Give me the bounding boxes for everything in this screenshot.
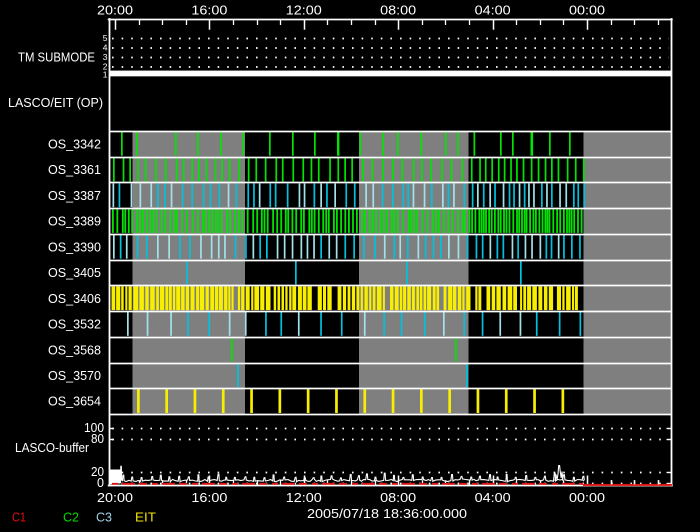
svg-text:OS_3568: OS_3568: [48, 342, 101, 357]
svg-text:1: 1: [103, 70, 108, 80]
svg-text:00:00: 00:00: [569, 490, 605, 505]
svg-text:80: 80: [91, 431, 104, 446]
svg-text:12:00: 12:00: [286, 490, 322, 505]
svg-text:OS_3387: OS_3387: [48, 188, 101, 203]
svg-text:16:00: 16:00: [191, 490, 227, 505]
svg-text:OS_3342: OS_3342: [48, 136, 101, 151]
svg-text:OS_3390: OS_3390: [48, 239, 101, 254]
svg-text:20:00: 20:00: [97, 2, 133, 17]
svg-text:12:00: 12:00: [286, 2, 322, 17]
svg-text:OS_3570: OS_3570: [48, 368, 101, 383]
svg-text:LASCO-buffer: LASCO-buffer: [15, 440, 90, 455]
svg-text:20:00: 20:00: [97, 490, 133, 505]
svg-text:C1: C1: [12, 510, 26, 525]
svg-text:TM SUBMODE: TM SUBMODE: [18, 50, 95, 65]
svg-text:OS_3532: OS_3532: [48, 317, 101, 332]
svg-text:4: 4: [103, 43, 108, 53]
svg-text:LASCO/EIT (OP): LASCO/EIT (OP): [8, 95, 103, 110]
svg-text:OS_3406: OS_3406: [48, 291, 101, 306]
svg-text:0: 0: [97, 475, 104, 490]
svg-text:EIT: EIT: [135, 510, 156, 525]
svg-text:5: 5: [103, 33, 108, 43]
svg-text:04:00: 04:00: [475, 2, 511, 17]
svg-text:04:00: 04:00: [475, 490, 511, 505]
svg-text:3: 3: [103, 52, 108, 62]
svg-text:C2: C2: [63, 510, 79, 525]
svg-text:OS_3654: OS_3654: [48, 394, 101, 409]
svg-text:OS_3361: OS_3361: [48, 162, 101, 177]
svg-text:08:00: 08:00: [380, 490, 416, 505]
svg-text:08:00: 08:00: [380, 2, 416, 17]
svg-text:16:00: 16:00: [191, 2, 227, 17]
svg-text:C3: C3: [96, 510, 112, 525]
svg-text:2005/07/18 18:36:00.000: 2005/07/18 18:36:00.000: [307, 506, 467, 521]
svg-text:OS_3389: OS_3389: [48, 214, 101, 229]
svg-text:OS_3405: OS_3405: [48, 265, 101, 280]
svg-text:00:00: 00:00: [569, 2, 605, 17]
